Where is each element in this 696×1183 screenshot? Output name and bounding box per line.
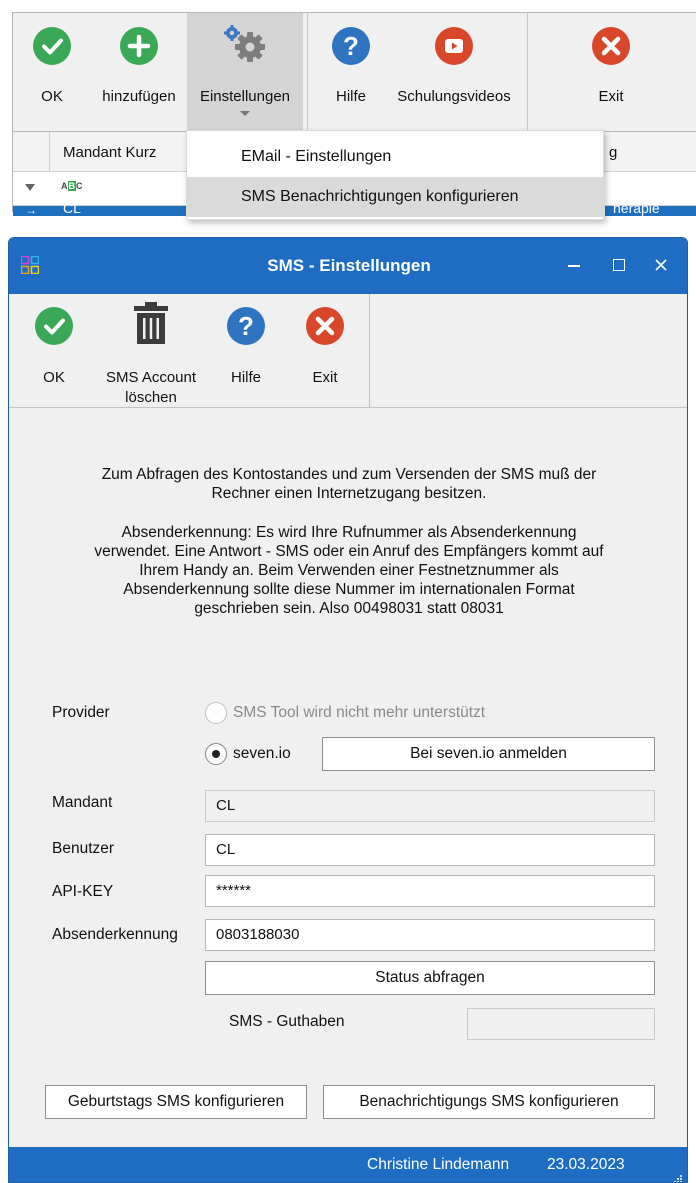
status-date: 23.03.2023 — [547, 1156, 625, 1173]
info-line: verwendet. Eine Antwort - SMS oder ein A… — [94, 543, 604, 560]
settings-dropdown-menu: EMail - Einstellungen SMS Benachrichtigu… — [186, 130, 605, 220]
delete-label-line2: löschen — [125, 389, 177, 406]
maximize-icon — [613, 259, 625, 271]
apikey-label: API-KEY — [52, 883, 114, 900]
close-icon — [592, 27, 630, 65]
info-line: Rechner einen Internetzugang besitzen. — [211, 485, 487, 502]
info-line: Ihrem Handy an. Beim Verwenden einer Fes… — [139, 562, 559, 579]
register-seven-io-button[interactable]: Bei seven.io anmelden — [322, 737, 655, 771]
info-line: geschrieben sein. Also 00498031 statt 08… — [194, 600, 504, 617]
videos-label: Schulungsvideos — [397, 88, 511, 105]
apikey-field[interactable]: ****** — [205, 875, 655, 907]
checkmark-icon — [35, 307, 73, 345]
toolbar-divider — [527, 13, 528, 131]
cell-mandant: CL — [63, 200, 81, 216]
ok-label: OK — [41, 88, 63, 105]
help-button[interactable]: ? Hilfe — [214, 294, 278, 408]
sms-settings-dialog: SMS - Einstellungen OK SMS Account lösch… — [8, 237, 688, 1183]
dropdown-arrow-icon — [240, 111, 250, 116]
sender-id-field[interactable]: 0803188030 — [205, 919, 655, 951]
notification-sms-config-button[interactable]: Benachrichtigungs SMS konfigurieren — [323, 1085, 655, 1119]
info-line: Absenderkennung sollte diese Nummer im i… — [123, 581, 575, 598]
info-line: Absenderkennung: Es wird Ihre Rufnummer … — [121, 524, 577, 541]
credit-field — [467, 1008, 655, 1040]
radio-seven-io-label[interactable]: seven.io — [233, 745, 291, 763]
question-icon: ? — [227, 307, 265, 345]
filter-icon[interactable] — [25, 184, 35, 191]
add-button[interactable]: hinzufügen — [91, 13, 187, 131]
provider-label: Provider — [52, 704, 110, 721]
title-bar[interactable]: SMS - Einstellungen — [9, 238, 687, 294]
info-paragraph-sender: Absenderkennung: Es wird Ihre Rufnummer … — [49, 523, 649, 618]
add-label: hinzufügen — [102, 88, 176, 105]
menu-item-email-settings[interactable]: EMail - Einstellungen — [187, 137, 605, 177]
toolbar-divider — [369, 294, 370, 408]
radio-seven-io[interactable] — [205, 743, 227, 765]
radio-sms-tool-label: SMS Tool wird nicht mehr unterstützt — [233, 704, 486, 721]
videos-button[interactable]: Schulungsvideos — [387, 13, 521, 131]
birthday-sms-config-button[interactable]: Geburtstags SMS konfigurieren — [45, 1085, 307, 1119]
help-label: Hilfe — [335, 88, 366, 105]
exit-button[interactable]: Exit — [293, 294, 357, 408]
column-header-right[interactable]: g — [609, 144, 617, 161]
svg-text:?: ? — [238, 311, 254, 341]
cell-right: herapie — [613, 200, 660, 216]
dialog-toolbar: OK SMS Account löschen ? Hilfe Exit — [9, 294, 687, 408]
maximize-button[interactable] — [599, 250, 639, 280]
trash-icon — [133, 302, 169, 346]
question-icon: ? — [332, 27, 370, 65]
toolbar-divider — [307, 13, 308, 131]
benutzer-label: Benutzer — [52, 840, 115, 857]
exit-label: Exit — [598, 88, 624, 105]
svg-text:?: ? — [343, 31, 359, 61]
gears-icon — [220, 23, 268, 63]
radio-selected-dot — [212, 750, 220, 758]
help-button[interactable]: ? Hilfe — [315, 13, 387, 131]
text-filter-icon[interactable]: ABC — [61, 181, 83, 191]
close-icon — [306, 307, 344, 345]
delete-label: SMS Account löschen — [93, 368, 209, 408]
help-label: Hilfe — [230, 369, 261, 386]
row-arrow-icon: → — [25, 203, 37, 217]
close-window-button[interactable] — [641, 250, 681, 280]
minimize-button[interactable] — [554, 250, 594, 280]
resize-grip-icon[interactable] — [673, 1171, 683, 1182]
radio-sms-tool — [205, 702, 227, 724]
status-query-button[interactable]: Status abfragen — [205, 961, 655, 995]
column-header-mandant[interactable]: Mandant Kurz — [63, 144, 156, 161]
menu-item-sms-notifications[interactable]: SMS Benachrichtigungen konfigurieren — [187, 177, 605, 217]
exit-label: Exit — [312, 369, 338, 386]
info-line: Zum Abfragen des Kontostandes und zum Ve… — [101, 466, 597, 483]
status-user: Christine Lindemann — [367, 1156, 510, 1173]
settings-button[interactable]: Einstellungen — [187, 13, 303, 131]
benutzer-field[interactable]: CL — [205, 834, 655, 866]
sender-id-label: Absenderkennung — [52, 926, 178, 943]
mandant-field: CL — [205, 790, 655, 822]
ok-label: OK — [43, 369, 65, 386]
main-toolbar: OK hinzufügen Einstellungen ? Hilfe Schu… — [12, 12, 696, 132]
ok-button[interactable]: OK — [15, 294, 93, 408]
exit-button[interactable]: Exit — [553, 13, 669, 131]
close-icon — [655, 259, 667, 271]
column-divider — [49, 132, 50, 172]
checkmark-icon — [33, 27, 71, 65]
settings-label: Einstellungen — [199, 88, 291, 105]
credit-label: SMS - Guthaben — [229, 1013, 345, 1030]
plus-icon — [120, 27, 158, 65]
info-paragraph-internet: Zum Abfragen des Kontostandes und zum Ve… — [49, 465, 649, 503]
delete-label-line1: SMS Account — [105, 369, 197, 386]
ok-button[interactable]: OK — [13, 13, 91, 131]
delete-sms-account-button[interactable]: SMS Account löschen — [93, 294, 209, 408]
status-bar: Christine Lindemann 23.03.2023 — [9, 1147, 687, 1182]
video-icon — [435, 27, 473, 65]
minimize-icon — [568, 265, 580, 267]
mandant-label: Mandant — [52, 794, 113, 811]
